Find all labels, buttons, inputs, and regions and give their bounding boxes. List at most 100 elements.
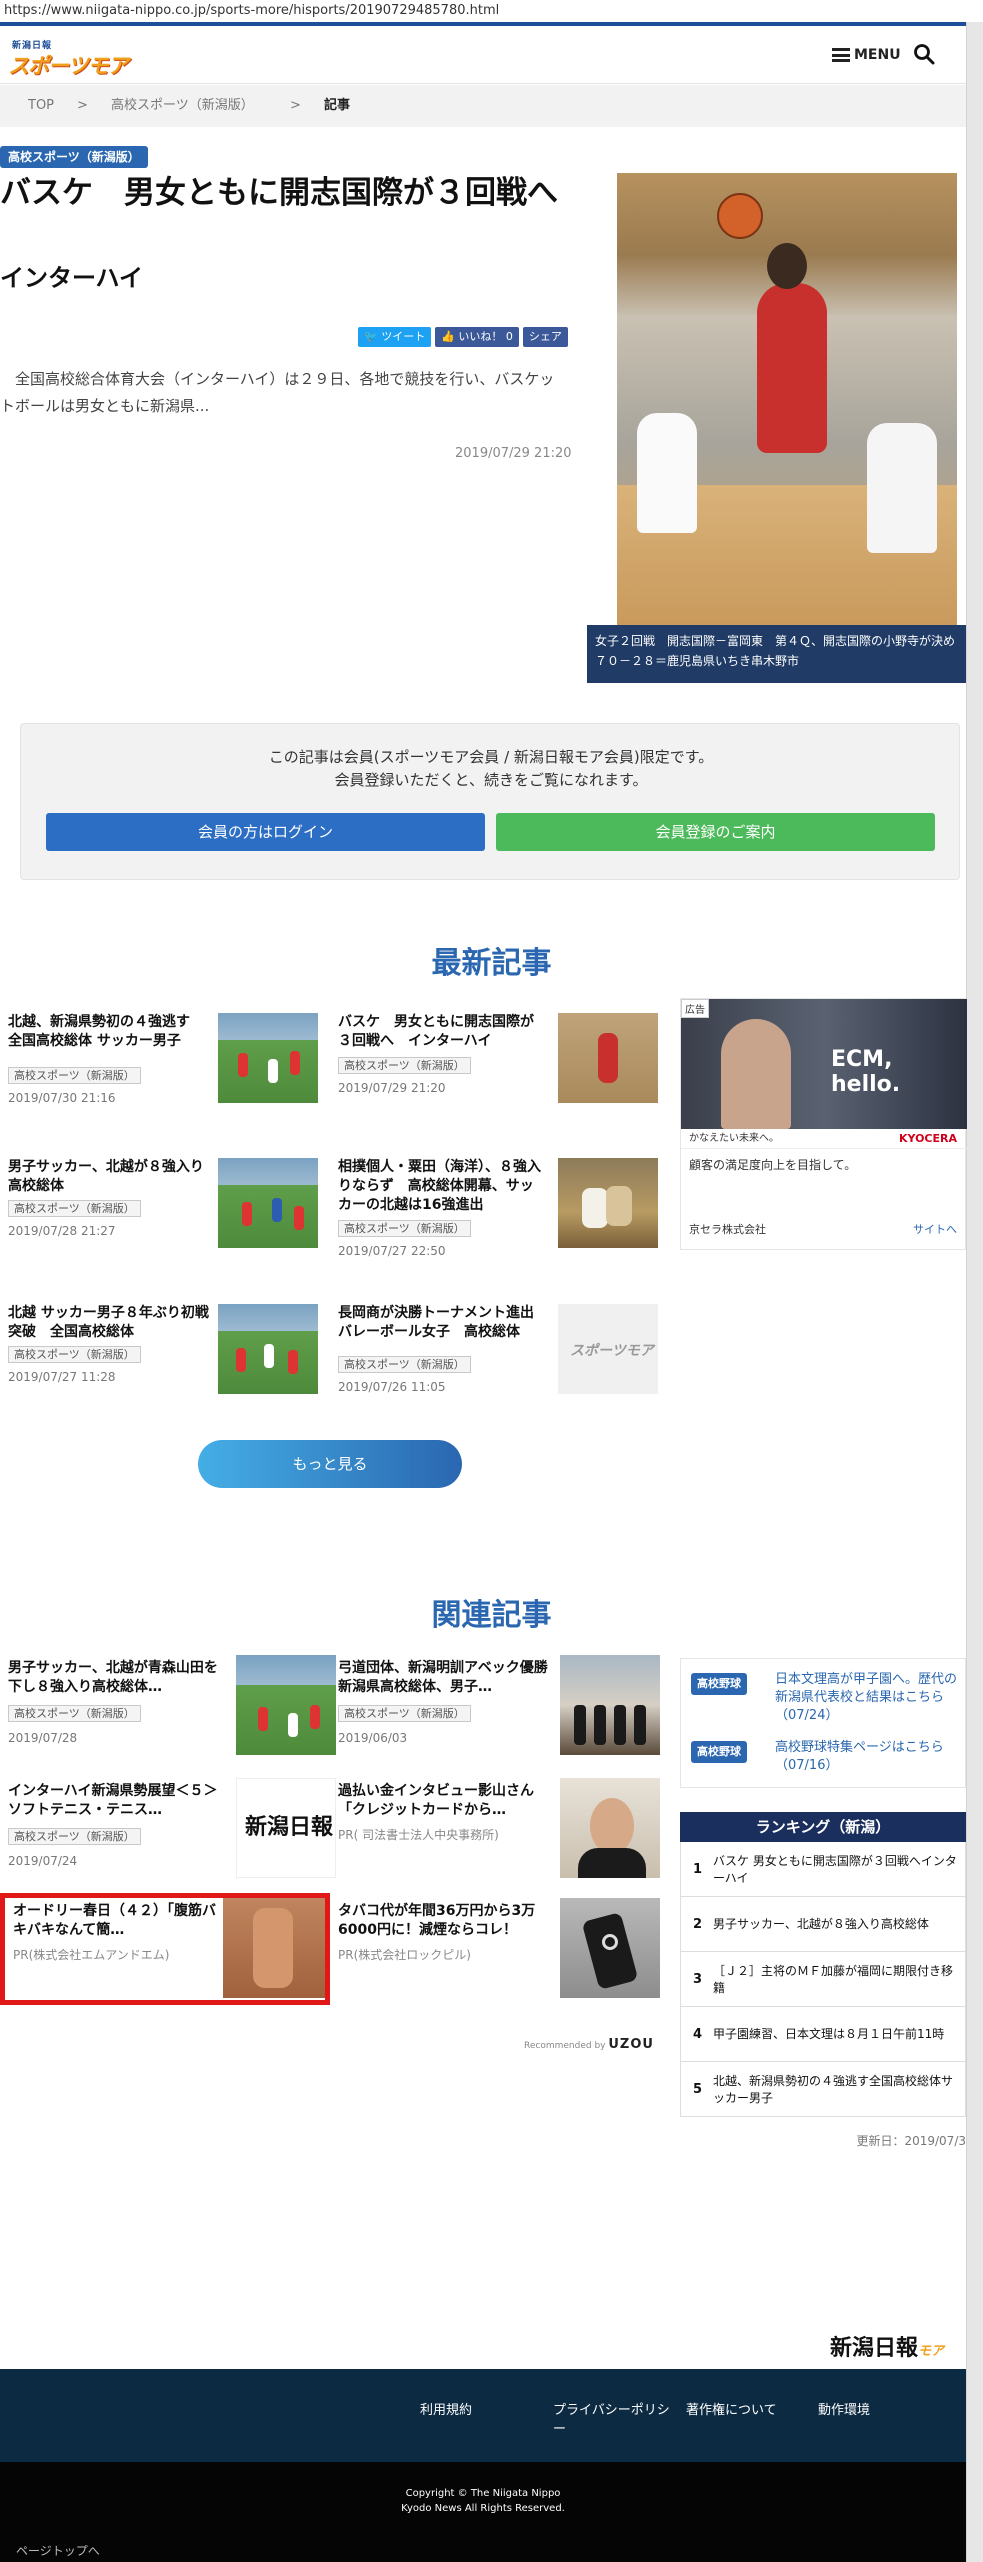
footer-logo-sub: モア bbox=[918, 2344, 945, 2359]
card-date: 2019/07/26 11:05 bbox=[338, 1380, 446, 1394]
breadcrumb-separator: > bbox=[77, 98, 88, 113]
footer-link-environment[interactable]: 動作環境 bbox=[818, 2401, 870, 2420]
rank-title: バスケ 男女ともに開志国際が３回戦へインターハイ bbox=[713, 1853, 957, 1885]
card-thumbnail bbox=[560, 1898, 660, 1998]
members-only-line: 会員登録いただくと、続きをご覧になれます。 bbox=[334, 771, 648, 789]
sidebar-link[interactable]: 高校野球 高校野球特集ページはこちら（07/16） bbox=[691, 1739, 961, 1783]
article-category-badge[interactable]: 高校スポーツ（新潟版） bbox=[0, 146, 148, 168]
card-thumbnail: 新潟日報 bbox=[236, 1778, 336, 1878]
ranking-item[interactable]: 4 甲子園練習、日本文理は８月１日午前11時 bbox=[680, 2007, 966, 2062]
footer-link-privacy[interactable]: プライバシーポリシー bbox=[553, 2401, 673, 2439]
article-excerpt: 全国高校総合体育大会（インターハイ）は２９日、各地で競技を行い、バスケットボール… bbox=[0, 370, 555, 415]
card-title: タバコ代が年間36万円から3万6000円に！減煙ならコレ！ bbox=[338, 1903, 536, 1938]
latest-articles-heading: 最新記事 bbox=[431, 946, 552, 981]
ad-headline: ECM, hello. bbox=[831, 1047, 901, 1097]
article-date: 2019/07/29 21:20 bbox=[455, 446, 572, 461]
related-article-card[interactable]: インターハイ新潟県勢展望＜５＞ソフトテニス・テニス… 高校スポーツ（新潟版） 2… bbox=[8, 1778, 336, 1882]
menu-button[interactable]: MENU bbox=[832, 43, 901, 67]
related-article-card[interactable]: 男子サッカー、北越が青森山田を下し８強入り高校総体… 高校スポーツ（新潟版） 2… bbox=[8, 1655, 336, 1759]
article-subtitle: インターハイ bbox=[0, 264, 144, 292]
site-logo[interactable]: 新潟日報 スポーツモア bbox=[8, 36, 129, 78]
thumbnail-logo-text: 新潟日報 bbox=[245, 1814, 334, 1840]
site-header: 新潟日報 スポーツモア MENU bbox=[0, 26, 966, 84]
search-icon[interactable] bbox=[912, 42, 936, 66]
card-date: 2019/07/27 11:28 bbox=[8, 1370, 116, 1384]
latest-article-card[interactable]: バスケ 男女ともに開志国際が３回戦へ インターハイ 高校スポーツ（新潟版） 20… bbox=[338, 1005, 668, 1109]
latest-article-card[interactable]: 北越 サッカー男子８年ぶり初戦突破 全国高校総体 高校スポーツ（新潟版） 201… bbox=[8, 1296, 328, 1400]
rank-number: 4 bbox=[693, 2027, 703, 2042]
photo-player-head bbox=[767, 243, 807, 289]
card-date: 2019/07/28 bbox=[8, 1731, 78, 1745]
login-button[interactable]: 会員の方はログイン bbox=[46, 813, 485, 851]
address-bar[interactable]: https://www.niigata-nippo.co.jp/sports-m… bbox=[0, 0, 983, 22]
card-thumbnail bbox=[218, 1158, 318, 1248]
article-photo[interactable] bbox=[617, 173, 957, 625]
ranking-item[interactable]: 3 ［Ｊ２］主将のＭＦ加藤が福岡に期限付き移籍 bbox=[680, 1952, 966, 2007]
copyright-line: Copyright © The Niigata Nippo bbox=[405, 2488, 561, 2499]
related-article-card[interactable]: タバコ代が年間36万円から3万6000円に！減煙ならコレ！ PR(株式会社ロック… bbox=[338, 1898, 668, 2002]
card-title: 男子サッカー、北越が青森山田を下し８強入り高校総体… bbox=[8, 1660, 218, 1695]
vertical-scrollbar[interactable] bbox=[966, 22, 983, 2562]
article-title: バスケ 男女ともに開志国際が３回戦へ bbox=[0, 175, 558, 211]
card-date: 2019/07/29 21:20 bbox=[338, 1081, 446, 1095]
latest-article-card[interactable]: 男子サッカー、北越が８強入り 高校総体 高校スポーツ（新潟版） 2019/07/… bbox=[8, 1150, 328, 1254]
card-category: 高校スポーツ（新潟版） bbox=[8, 1067, 141, 1084]
ranking-item[interactable]: 5 北越、新潟県勢初の４強逃す全国高校総体サッカー男子 bbox=[680, 2062, 966, 2117]
latest-article-card[interactable]: 相撲個人・粟田（海洋）、８強入りならず 高校総体開幕、サッカーの北越は16強進出… bbox=[338, 1150, 668, 1258]
card-category: 高校スポーツ（新潟版） bbox=[338, 1356, 471, 1373]
more-button[interactable]: もっと見る bbox=[198, 1440, 462, 1488]
card-sponsor: PR(株式会社ロックピル) bbox=[338, 1948, 471, 1962]
ad-person-image bbox=[721, 1019, 791, 1129]
site-footer: 利用規約 プライバシーポリシー 著作権について 動作環境 bbox=[0, 2369, 966, 2462]
ad-tagline: かなえたい未来へ。 bbox=[689, 1133, 779, 1144]
sidebar-links: 高校野球 日本文理高が甲子園へ。歴代の新潟県代表校と結果はこちら（07/24） … bbox=[680, 1658, 966, 1788]
card-category: 高校スポーツ（新潟版） bbox=[8, 1828, 141, 1845]
members-only-message: この記事は会員(スポーツモア会員 / 新潟日報モア会員)限定です。 会員登録いた… bbox=[21, 746, 961, 792]
card-title: 長岡商が決勝トーナメント進出 バレーボール女子 高校総体 bbox=[338, 1305, 548, 1340]
footer-logo[interactable]: 新潟日報モア bbox=[830, 2330, 944, 2362]
ad-brand: KYOCERA bbox=[898, 1132, 957, 1145]
related-article-card[interactable]: 過払い金インタビュー影山さん「クレジットカードから… PR( 司法書士法人中央事… bbox=[338, 1778, 668, 1882]
hamburger-icon bbox=[832, 48, 850, 62]
ranking-item[interactable]: 1 バスケ 男女ともに開志国際が３回戦へインターハイ bbox=[680, 1842, 966, 1897]
card-thumbnail bbox=[560, 1778, 660, 1878]
thumbs-up-icon: 👍 bbox=[441, 330, 459, 343]
card-date: 2019/07/30 21:16 bbox=[8, 1091, 116, 1105]
tweet-button[interactable]: 🐦 ツイート bbox=[358, 327, 432, 347]
ranking-updated-date: 更新日：2019/07/3 bbox=[856, 2134, 966, 2148]
share-button[interactable]: シェア bbox=[522, 327, 568, 347]
breadcrumb-separator: > bbox=[290, 98, 301, 113]
related-articles-heading: 関連記事 bbox=[431, 1598, 552, 1633]
ad-text: 顧客の満足度向上を目指して。 bbox=[689, 1158, 857, 1172]
article-photo-box: 女子２回戦 開志国際－富岡東 第４Ｑ、開志国際の小野寺が決め７０－２８＝鹿児島県… bbox=[587, 173, 966, 683]
social-buttons: 🐦 ツイート 👍 いいね！ 0 シェア bbox=[358, 327, 568, 347]
breadcrumb-top[interactable]: TOP bbox=[28, 85, 54, 127]
breadcrumb-category[interactable]: 高校スポーツ（新潟版） bbox=[111, 85, 254, 127]
card-thumbnail bbox=[218, 1013, 318, 1103]
footer-logo-text: 新潟日報 bbox=[830, 2335, 919, 2361]
advertisement[interactable]: ECM, hello. 広告 かなえたい未来へ。 KYOCERA 顧客の満足度向上… bbox=[680, 998, 967, 1250]
register-button[interactable]: 会員登録のご案内 bbox=[496, 813, 935, 851]
ad-site-link[interactable]: サイトへ bbox=[913, 1221, 957, 1237]
tweet-label: ツイート bbox=[381, 330, 426, 343]
sidebar-link[interactable]: 高校野球 日本文理高が甲子園へ。歴代の新潟県代表校と結果はこちら（07/24） bbox=[691, 1671, 961, 1723]
footer-link-terms[interactable]: 利用規約 bbox=[420, 2401, 472, 2420]
logo-brand-name: スポーツモア bbox=[8, 54, 129, 78]
card-date: 2019/06/03 bbox=[338, 1731, 408, 1745]
card-sponsor: PR( 司法書士法人中央事務所) bbox=[338, 1828, 499, 1842]
related-article-card[interactable]: 弓道団体、新潟明訓アベック優勝新潟県高校総体、男子… 高校スポーツ（新潟版） 2… bbox=[338, 1655, 668, 1759]
latest-article-card[interactable]: 長岡商が決勝トーナメント進出 バレーボール女子 高校総体 高校スポーツ（新潟版）… bbox=[338, 1296, 668, 1400]
members-only-line: この記事は会員(スポーツモア会員 / 新潟日報モア会員)限定です。 bbox=[268, 748, 714, 766]
card-title: バスケ 男女ともに開志国際が３回戦へ インターハイ bbox=[338, 1014, 534, 1049]
card-date: 2019/07/27 22:50 bbox=[338, 1244, 446, 1258]
latest-article-card[interactable]: 北越、新潟県勢初の４強逃す 全国高校総体 サッカー男子 高校スポーツ（新潟版） … bbox=[8, 1005, 328, 1109]
rank-title: 男子サッカー、北越が８強入り高校総体 bbox=[713, 1917, 929, 1931]
footer-link-copyright[interactable]: 著作権について bbox=[686, 2401, 777, 2420]
ranking-item[interactable]: 2 男子サッカー、北越が８強入り高校総体 bbox=[680, 1897, 966, 1952]
card-thumbnail: スポーツモア bbox=[558, 1304, 658, 1394]
like-button[interactable]: 👍 いいね！ 0 bbox=[435, 327, 519, 347]
uzou-logo[interactable]: UZOU bbox=[608, 2037, 654, 2052]
sidebar-link-tag: 高校野球 bbox=[691, 1673, 747, 1695]
page-top-link[interactable]: ページトップへ bbox=[16, 2542, 100, 2559]
ad-company: 京セラ株式会社 bbox=[689, 1223, 766, 1236]
